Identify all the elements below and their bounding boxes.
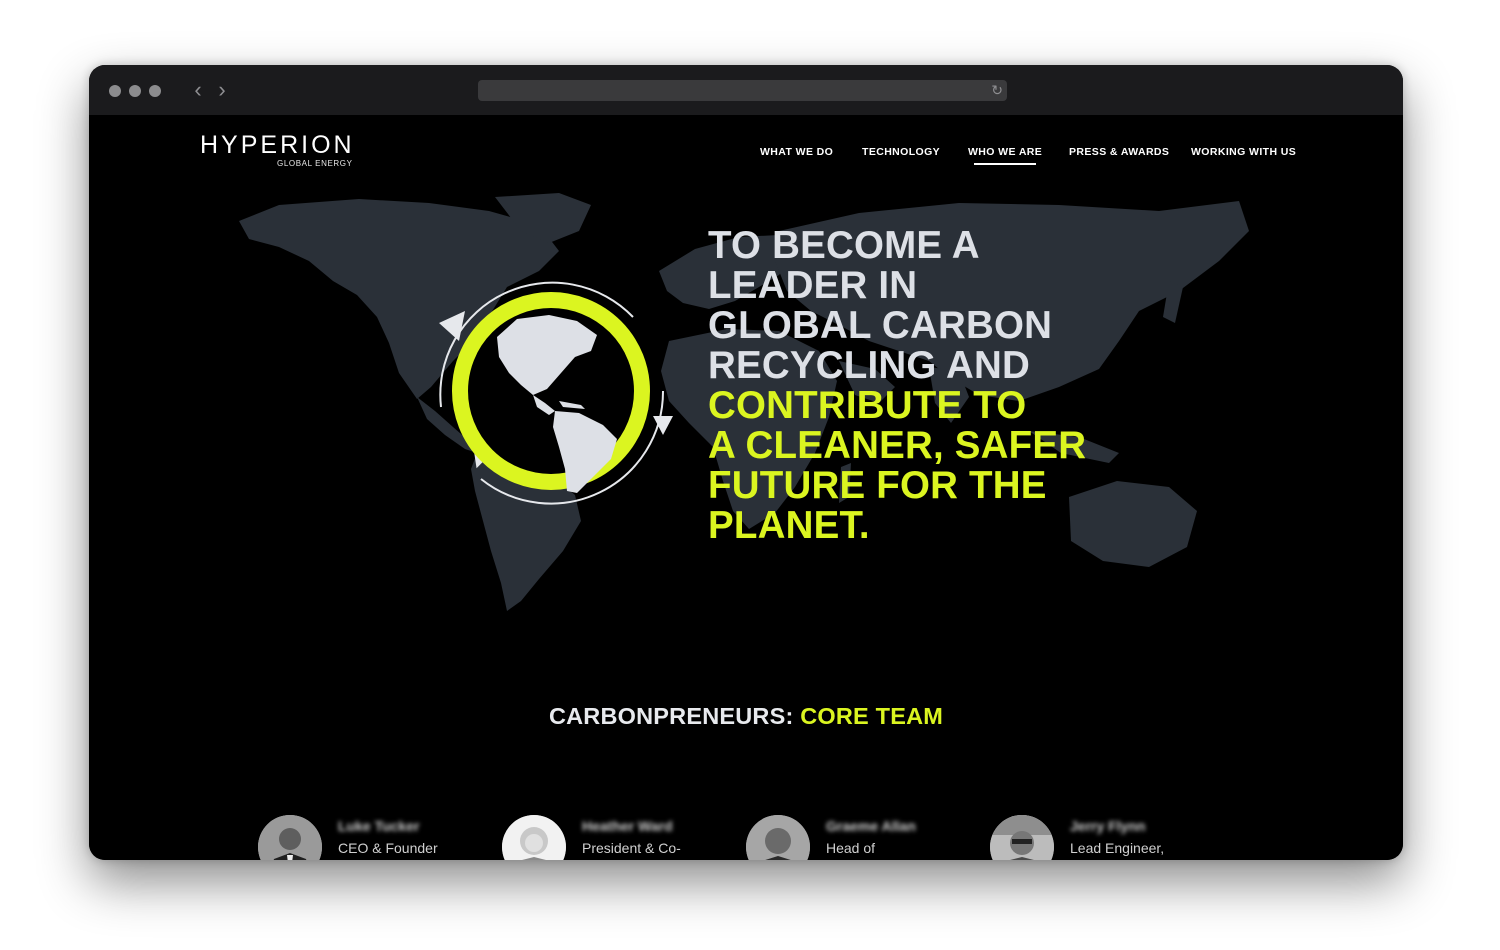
globe-recycle-icon bbox=[439, 281, 673, 505]
mission-line: TO BECOME A bbox=[708, 224, 980, 267]
site-logo[interactable]: HYPERION GLOBAL ENERGY bbox=[200, 131, 355, 168]
logo-tagline: GLOBAL ENERGY bbox=[277, 159, 353, 168]
mission-line-highlight: PLANET. bbox=[708, 504, 870, 547]
window-zoom-dot[interactable] bbox=[149, 85, 161, 97]
person-photo-icon bbox=[990, 815, 1054, 860]
person-photo-icon bbox=[746, 815, 810, 860]
nav-technology[interactable]: TECHNOLOGY bbox=[862, 146, 940, 158]
mission-line: RECYCLING AND bbox=[708, 344, 1031, 387]
team-title-prefix: CARBONPRENEURS: bbox=[548, 703, 794, 729]
window-close-dot[interactable] bbox=[109, 85, 121, 97]
nav-what-we-do[interactable]: WHAT WE DO bbox=[760, 146, 833, 158]
team-title-highlight: CORE TEAM bbox=[800, 703, 944, 729]
mission-line-highlight: CONTRIBUTE TO bbox=[708, 384, 1027, 427]
avatar bbox=[502, 815, 566, 860]
mission-line: GLOBAL CARBON bbox=[708, 304, 1053, 347]
member-name: Graeme Allan bbox=[826, 818, 916, 834]
team-member-card[interactable]: Jerry Flynn Lead Engineer, bbox=[990, 815, 1220, 860]
logo-wordmark: HYPERION bbox=[200, 131, 355, 159]
window-minimize-dot[interactable] bbox=[129, 85, 141, 97]
member-role: Lead Engineer, bbox=[1070, 840, 1165, 856]
address-bar[interactable]: ↻ bbox=[478, 80, 1007, 101]
avatar bbox=[990, 815, 1054, 860]
mission-statement: TO BECOME A LEADER IN GLOBAL CARBON RECY… bbox=[708, 226, 1128, 546]
browser-window: ‹ › ↻ HYPERION GLOBAL ENERGY WHAT WE DO … bbox=[89, 65, 1403, 860]
person-photo-icon bbox=[502, 815, 566, 860]
member-name: Jerry Flynn bbox=[1070, 818, 1146, 834]
person-photo-icon bbox=[258, 815, 322, 860]
browser-toolbar: ‹ › ↻ bbox=[89, 65, 1403, 115]
reload-icon[interactable]: ↻ bbox=[991, 81, 1003, 100]
mission-line: LEADER IN bbox=[708, 264, 918, 307]
nav-press-awards[interactable]: PRESS & AWARDS bbox=[1069, 146, 1169, 158]
team-section-title: CARBONPRENEURS: CORE TEAM bbox=[89, 703, 1403, 730]
nav-who-we-are[interactable]: WHO WE ARE bbox=[968, 146, 1043, 165]
nav-active-underline bbox=[974, 163, 1037, 165]
member-role: Head of bbox=[826, 840, 876, 856]
mission-line-highlight: A CLEANER, SAFER bbox=[708, 424, 1087, 467]
nav-working-with-us[interactable]: WORKING WITH US bbox=[1191, 146, 1296, 158]
team-member-card[interactable]: Graeme Allan Head of bbox=[746, 815, 976, 860]
avatar bbox=[746, 815, 810, 860]
member-name: Luke Tucker bbox=[338, 818, 420, 834]
avatar bbox=[258, 815, 322, 860]
member-role: President & Co- bbox=[582, 840, 681, 856]
nav-who-we-are-label: WHO WE ARE bbox=[968, 146, 1043, 158]
mission-line-highlight: FUTURE FOR THE bbox=[708, 464, 1047, 507]
team-member-card[interactable]: Luke Tucker CEO & Founder bbox=[258, 815, 488, 860]
chevron-left-icon[interactable]: ‹ bbox=[190, 78, 206, 102]
member-name: Heather Ward bbox=[582, 818, 673, 834]
team-member-card[interactable]: Heather Ward President & Co- bbox=[502, 815, 732, 860]
chevron-right-icon[interactable]: › bbox=[214, 78, 230, 102]
member-role: CEO & Founder bbox=[338, 840, 438, 856]
page-viewport: HYPERION GLOBAL ENERGY WHAT WE DO TECHNO… bbox=[89, 115, 1403, 860]
